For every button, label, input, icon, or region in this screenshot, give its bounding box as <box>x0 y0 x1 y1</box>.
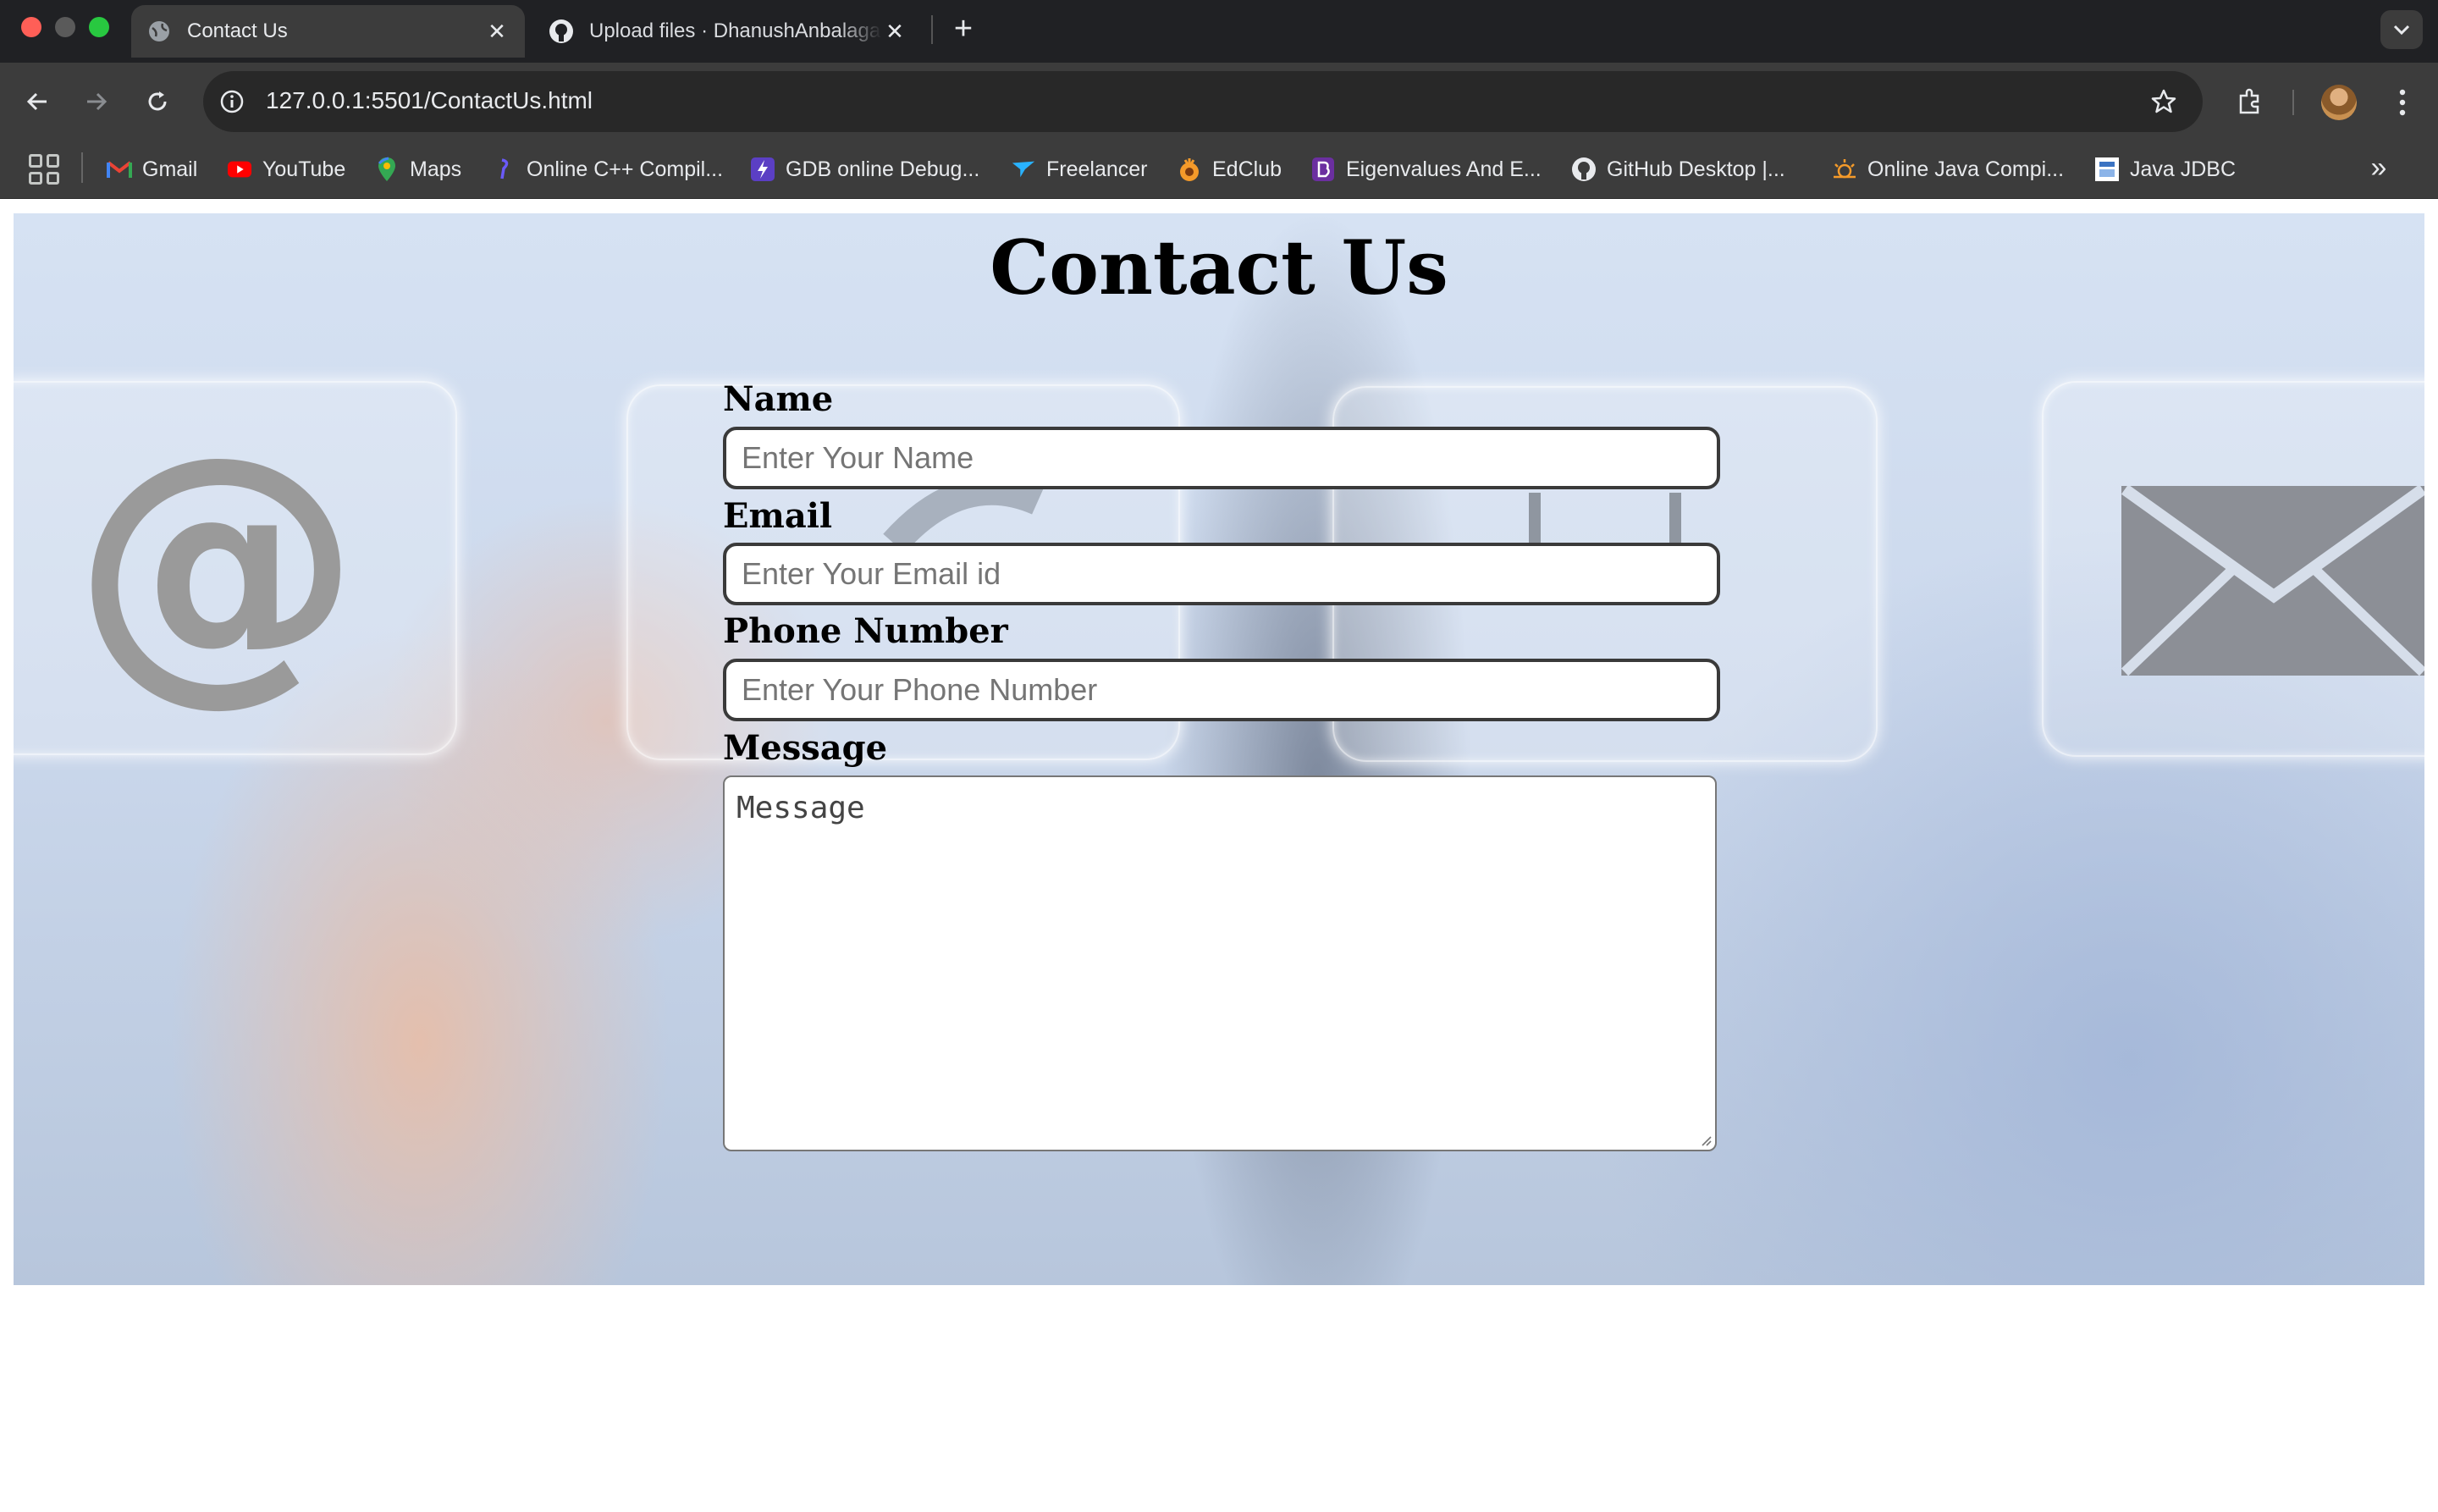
gdb-icon <box>750 157 775 182</box>
java-compiler-icon <box>1832 157 1857 182</box>
back-button[interactable] <box>19 83 56 120</box>
close-icon[interactable]: ✕ <box>882 19 907 44</box>
freelancer-icon <box>1011 157 1036 182</box>
github-icon <box>1571 157 1597 182</box>
window-maximize-button[interactable] <box>89 17 109 37</box>
bookmark-gmail[interactable]: Gmail <box>107 152 197 186</box>
name-label: Name <box>723 379 834 419</box>
back-arrow-icon <box>26 92 47 111</box>
cpp-compiler-icon <box>491 157 516 182</box>
bookmark-maps[interactable]: Maps <box>374 152 461 186</box>
message-placeholder: Message <box>736 791 865 825</box>
reload-icon <box>148 91 167 111</box>
bookmark-edclub[interactable]: EdClub <box>1177 152 1282 186</box>
url-text[interactable]: 127.0.0.1:5501/ContactUs.html <box>266 87 593 114</box>
site-info-icon[interactable] <box>213 83 251 120</box>
chevron-down-icon <box>2393 25 2410 36</box>
bookmark-eigenvalues[interactable]: Eigenvalues And E... <box>1310 152 1542 186</box>
more-menu-icon[interactable] <box>2386 85 2419 120</box>
at-sign-icon: @ <box>73 395 361 730</box>
profile-avatar[interactable] <box>2321 85 2357 120</box>
bookmarks-separator <box>81 152 83 183</box>
phone-number-label: Phone Number <box>723 611 1008 651</box>
gmail-icon <box>107 157 132 182</box>
message-label: Message <box>723 728 888 768</box>
phone-number-input[interactable]: Enter Your Phone Number <box>723 659 1720 721</box>
apps-grid-icon[interactable] <box>29 154 59 185</box>
jdbc-icon <box>2094 157 2120 182</box>
bookmark-gdb-online[interactable]: GDB online Debug... <box>750 152 979 186</box>
bookmark-online-cpp-compiler[interactable]: Online C++ Compil... <box>491 152 723 186</box>
window-minimize-button[interactable] <box>55 17 75 37</box>
bookmark-java-jdbc[interactable]: Java JDBC <box>2094 152 2236 186</box>
tab-upload-files[interactable]: Upload files · DhanushAnbalagan ✕ <box>533 5 923 58</box>
bookmark-online-java-compiler[interactable]: Online Java Compi... <box>1832 152 2064 186</box>
github-icon <box>549 19 574 44</box>
message-textarea[interactable]: Message <box>723 775 1717 1151</box>
bookmarks-overflow-button[interactable]: » <box>2362 152 2396 186</box>
reload-button[interactable] <box>139 83 176 120</box>
forward-arrow-icon <box>87 92 108 111</box>
youtube-icon <box>227 157 252 182</box>
resize-handle-icon[interactable] <box>1698 1133 1712 1146</box>
bookmark-star-icon[interactable] <box>2147 85 2181 119</box>
email-input[interactable]: Enter Your Email id <box>723 543 1720 605</box>
tab-title: Upload files · DhanushAnbalagan <box>589 19 882 42</box>
close-icon[interactable]: ✕ <box>484 19 510 44</box>
address-bar[interactable]: 127.0.0.1:5501/ContactUs.html <box>203 71 2203 132</box>
email-label: Email <box>723 496 833 536</box>
bookmark-github-desktop[interactable]: GitHub Desktop |... <box>1571 152 1785 186</box>
name-input[interactable]: Enter Your Name <box>723 427 1720 489</box>
tab-strip: Contact Us ✕ Upload files · DhanushAnbal… <box>0 0 2438 63</box>
globe-icon <box>146 19 172 44</box>
edclub-icon <box>1177 157 1202 182</box>
new-tab-button[interactable]: + <box>946 12 980 46</box>
toolbar-separator <box>2292 90 2294 115</box>
tab-separator <box>931 15 933 44</box>
maps-icon <box>374 157 400 182</box>
tab-contact-us[interactable]: Contact Us ✕ <box>131 5 525 58</box>
bookmark-youtube[interactable]: YouTube <box>227 152 345 186</box>
envelope-icon <box>2121 486 2424 676</box>
eigenvalues-icon <box>1310 157 1336 182</box>
extensions-icon[interactable] <box>2231 83 2269 120</box>
bookmark-freelancer[interactable]: Freelancer <box>1011 152 1148 186</box>
page-title: Contact Us <box>990 223 1448 312</box>
forward-button[interactable] <box>78 83 115 120</box>
page-blank-area <box>0 1285 2438 1512</box>
tab-title: Contact Us <box>187 19 288 42</box>
window-close-button[interactable] <box>21 17 41 37</box>
tab-search-button[interactable] <box>2380 10 2423 49</box>
browser-toolbar: 127.0.0.1:5501/ContactUs.html <box>0 63 2438 141</box>
